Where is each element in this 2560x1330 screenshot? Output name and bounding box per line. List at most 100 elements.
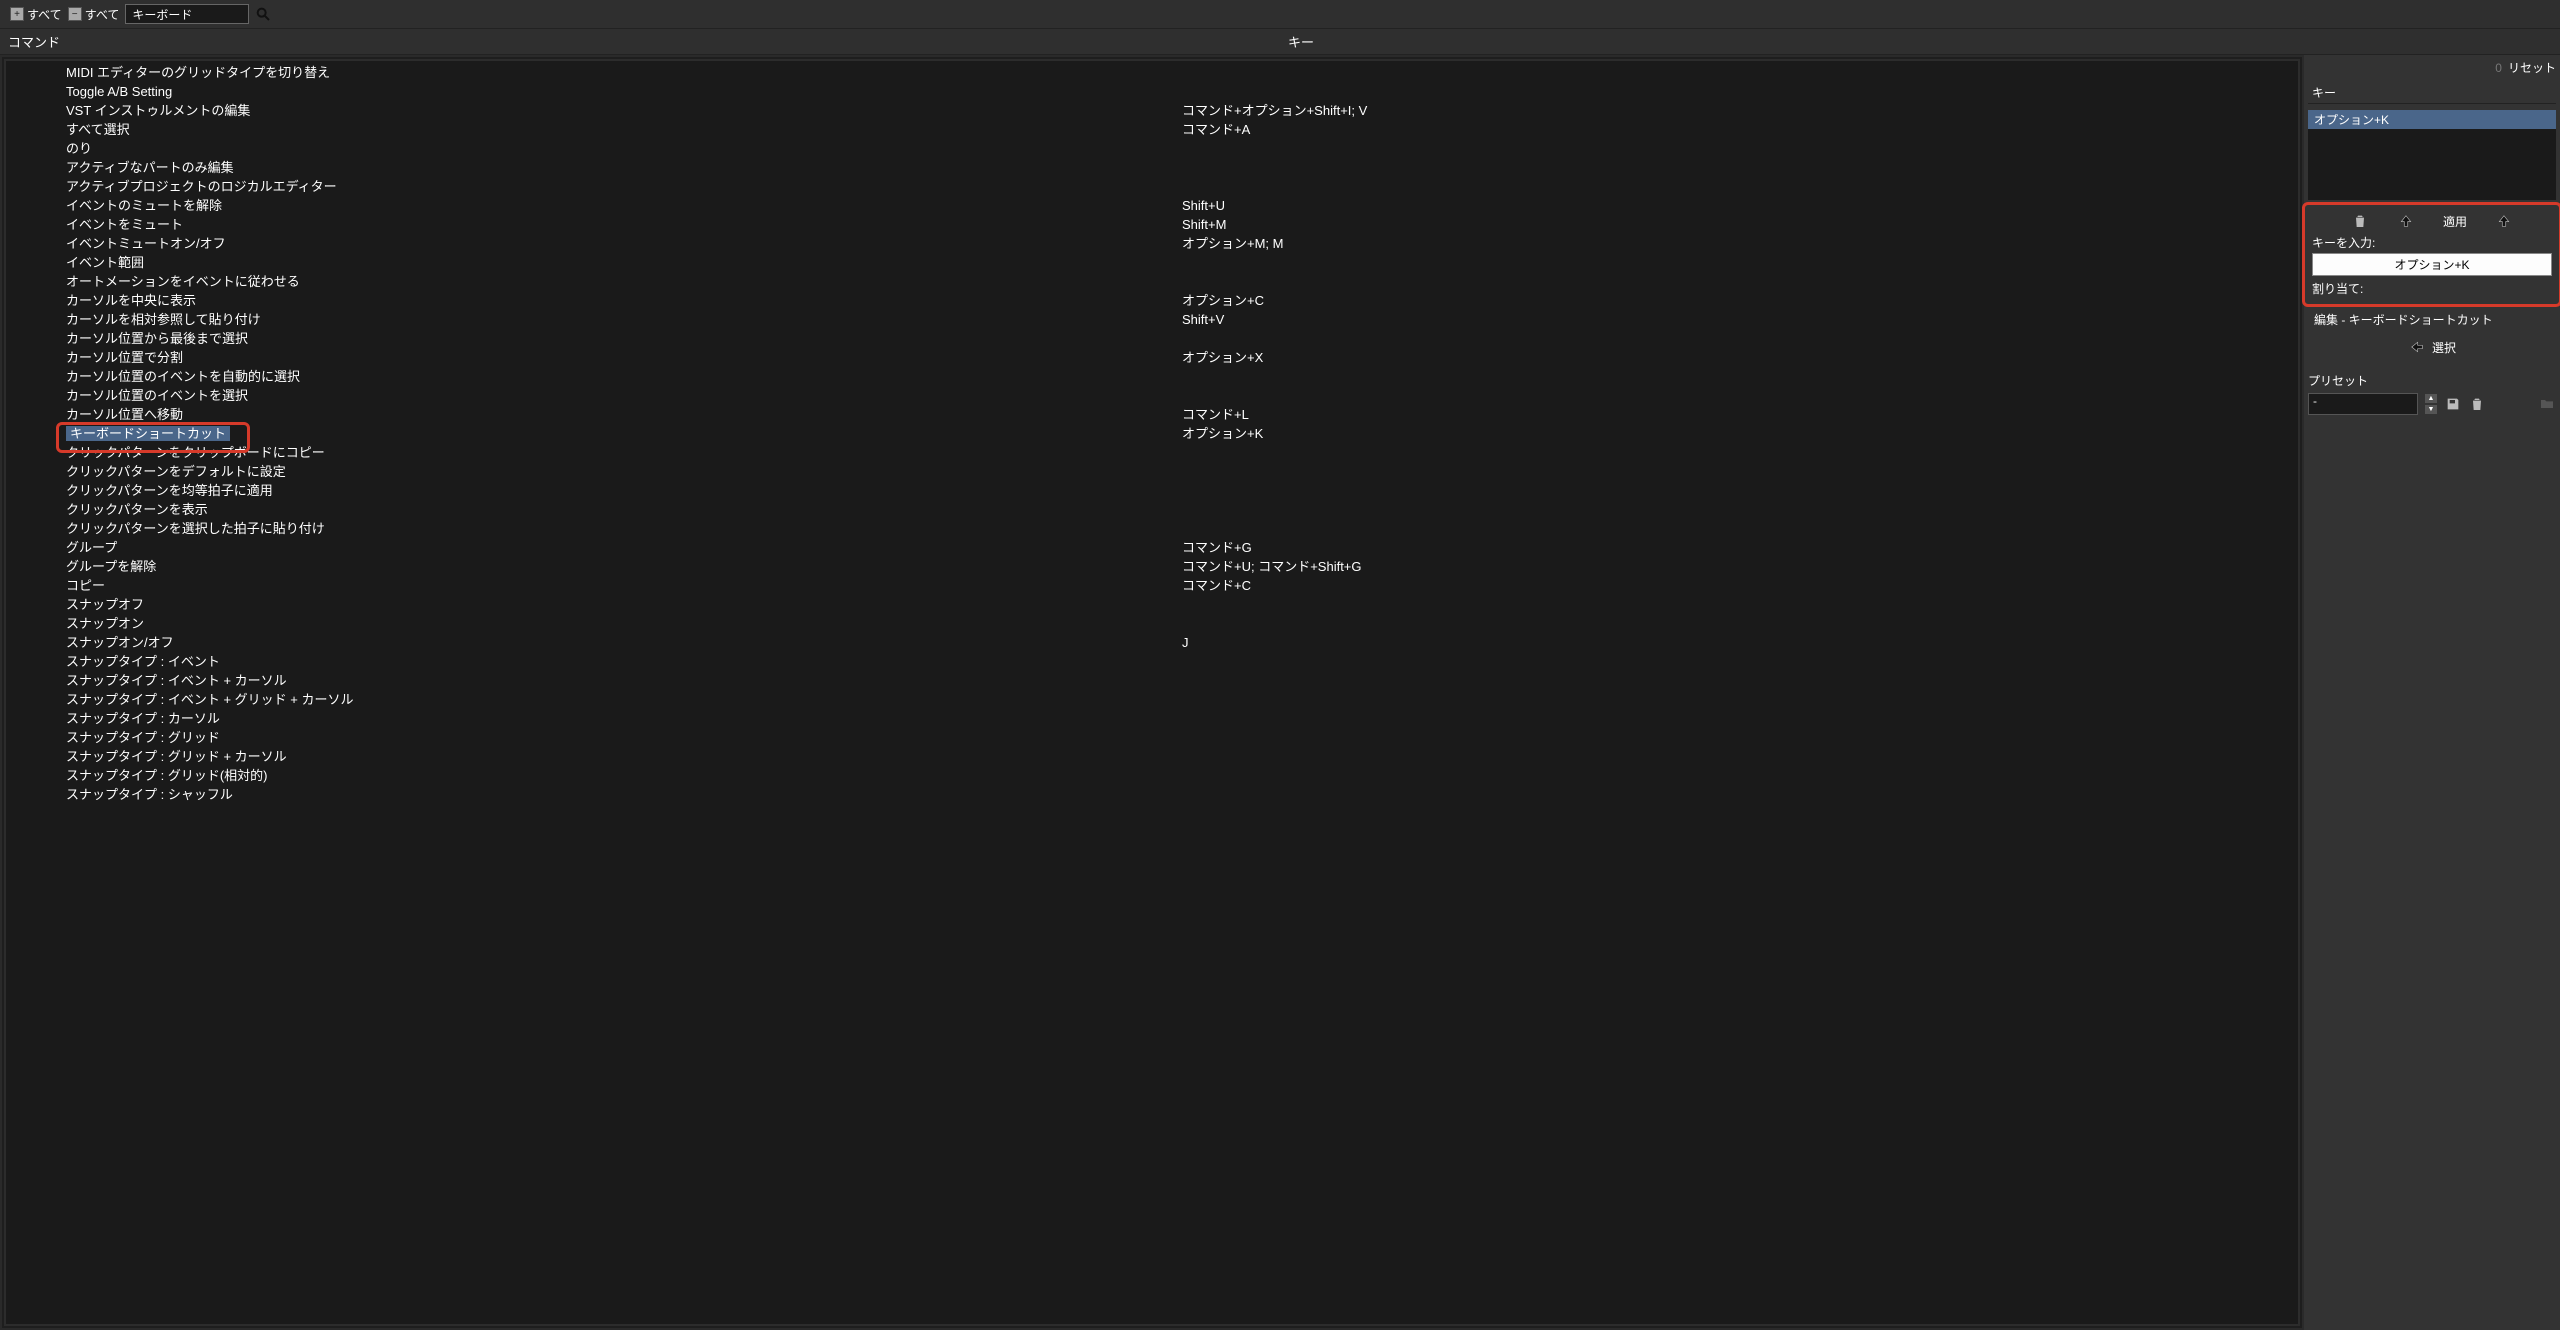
command-row[interactable]: スナップタイプ : イベント (6, 652, 2298, 671)
command-row[interactable]: コピーコマンド+C (6, 576, 2298, 595)
command-name: キーボードショートカット (66, 426, 230, 441)
command-row[interactable]: イベントミュートオン/オフオプション+M; M (6, 234, 2298, 253)
select-label[interactable]: 選択 (2432, 339, 2456, 356)
command-row[interactable]: キーボードショートカット オプション+K (6, 424, 2298, 443)
command-row[interactable]: イベントをミュートShift+M (6, 215, 2298, 234)
command-row[interactable]: クリックパターンをデフォルトに設定 (6, 462, 2298, 481)
expand-all-button[interactable]: + すべて (10, 6, 62, 23)
command-row[interactable]: スナップオン (6, 614, 2298, 633)
up-arrow-icon[interactable] (2397, 212, 2415, 230)
command-key (1182, 710, 2298, 728)
command-name: スナップオン (66, 616, 144, 631)
command-row[interactable]: カーソルを中央に表示 オプション+C (6, 291, 2298, 310)
command-key (1182, 729, 2298, 747)
preset-select[interactable]: - (2308, 393, 2418, 415)
command-row[interactable]: スナップオフ (6, 595, 2298, 614)
minus-icon: − (68, 7, 82, 21)
folder-icon[interactable] (2538, 395, 2556, 413)
command-key (1182, 64, 2298, 82)
command-row[interactable]: MIDI エディターのグリッドタイプを切り替え (6, 63, 2298, 82)
command-key (1182, 501, 2298, 519)
command-row[interactable]: アクティブプロジェクトのロジカルエディター (6, 177, 2298, 196)
command-key: コマンド+G (1182, 539, 2298, 557)
command-row[interactable]: カーソル位置のイベントを選択 (6, 386, 2298, 405)
command-row[interactable]: グループコマンド+G (6, 538, 2298, 557)
search-icon[interactable] (255, 6, 271, 22)
side-key-list[interactable]: オプション+K (2308, 110, 2556, 200)
reset-button[interactable]: リセット (2508, 59, 2556, 76)
command-row[interactable]: アクティブなパートのみ編集 (6, 158, 2298, 177)
command-key (1182, 482, 2298, 500)
command-name: カーソルを中央に表示 (66, 293, 196, 308)
command-name: クリックパターンをクリップボードにコピー (66, 445, 325, 460)
plus-icon: + (10, 7, 24, 21)
command-row[interactable]: カーソル位置で分割オプション+X (6, 348, 2298, 367)
preset-stepper[interactable]: ▲ ▼ (2424, 393, 2438, 415)
command-key: オプション+X (1182, 349, 2298, 367)
command-row[interactable]: すべて選択コマンド+A (6, 120, 2298, 139)
command-key: J (1182, 634, 2298, 652)
command-row[interactable]: クリックパターンを表示 (6, 500, 2298, 519)
preset-label: プリセット (2308, 372, 2556, 389)
stepper-up-icon[interactable]: ▲ (2424, 393, 2438, 404)
command-row[interactable]: カーソル位置へ移動コマンド+L (6, 405, 2298, 424)
column-headers: コマンド キー (0, 29, 2560, 55)
command-key (1182, 615, 2298, 633)
command-key (1182, 653, 2298, 671)
command-name: スナップタイプ : グリッド (66, 730, 220, 745)
key-input-label: キーを入力: (2312, 234, 2552, 251)
command-key: コマンド+C (1182, 577, 2298, 595)
command-key: コマンド+U; コマンド+Shift+G (1182, 558, 2298, 576)
key-input-field[interactable]: オプション+K (2312, 253, 2552, 276)
column-header-command[interactable]: コマンド (0, 29, 1280, 54)
command-row[interactable]: のり (6, 139, 2298, 158)
command-row[interactable]: クリックパターンをクリップボードにコピー (6, 443, 2298, 462)
command-row[interactable]: オートメーションをイベントに従わせる (6, 272, 2298, 291)
command-row[interactable]: イベント範囲 (6, 253, 2298, 272)
command-key: Shift+U (1182, 197, 2298, 215)
command-name: スナップタイプ : イベント (66, 654, 220, 669)
command-row[interactable]: カーソルを相対参照して貼り付けShift+V (6, 310, 2298, 329)
search-input[interactable] (125, 4, 249, 24)
trash-icon[interactable] (2351, 212, 2369, 230)
command-key: オプション+C (1182, 292, 2298, 310)
command-row[interactable]: スナップタイプ : グリッド (6, 728, 2298, 747)
delete-preset-icon[interactable] (2468, 395, 2486, 413)
save-preset-icon[interactable] (2444, 395, 2462, 413)
command-row[interactable]: クリックパターンを均等拍子に適用 (6, 481, 2298, 500)
command-key (1182, 672, 2298, 690)
command-row[interactable]: クリックパターンを選択した拍子に貼り付け (6, 519, 2298, 538)
command-key (1182, 767, 2298, 785)
column-header-key[interactable]: キー (1280, 29, 2560, 54)
command-row[interactable]: カーソル位置のイベントを自動的に選択 (6, 367, 2298, 386)
command-row[interactable]: カーソル位置から最後まで選択 (6, 329, 2298, 348)
command-name: MIDI エディターのグリッドタイプを切り替え (66, 65, 330, 80)
command-name: スナップタイプ : グリッド(相対的) (66, 768, 268, 783)
command-row[interactable]: スナップタイプ : イベント + カーソル (6, 671, 2298, 690)
command-row[interactable]: グループを解除コマンド+U; コマンド+Shift+G (6, 557, 2298, 576)
command-row[interactable]: Toggle A/B Setting (6, 82, 2298, 101)
assigned-key-item[interactable]: オプション+K (2308, 110, 2556, 129)
command-row[interactable]: スナップタイプ : グリッド(相対的) (6, 766, 2298, 785)
command-name: すべて選択 (66, 122, 130, 137)
command-key (1182, 368, 2298, 386)
command-list-scroll[interactable]: MIDI エディターのグリッドタイプを切り替え Toggle A/B Settin… (6, 61, 2298, 1324)
stepper-down-icon[interactable]: ▼ (2424, 404, 2438, 415)
command-row[interactable]: スナップタイプ : カーソル (6, 709, 2298, 728)
command-name: クリックパターンをデフォルトに設定 (66, 464, 286, 479)
apply-label[interactable]: 適用 (2443, 213, 2467, 230)
command-row[interactable]: スナップオン/オフ J (6, 633, 2298, 652)
command-name: カーソルを相対参照して貼り付け (66, 312, 261, 327)
command-row[interactable]: スナップタイプ : シャッフル (6, 785, 2298, 804)
command-row[interactable]: イベントのミュートを解除Shift+U (6, 196, 2298, 215)
collapse-all-button[interactable]: − すべて (68, 6, 120, 23)
command-key (1182, 596, 2298, 614)
command-key (1182, 330, 2298, 348)
command-row[interactable]: スナップタイプ : グリッド + カーソル (6, 747, 2298, 766)
command-row[interactable]: スナップタイプ : イベント + グリッド + カーソル (6, 690, 2298, 709)
left-arrow-icon[interactable] (2408, 338, 2426, 356)
command-key: オプション+K (1182, 425, 2298, 443)
command-name: スナップオン/オフ (66, 635, 174, 650)
up-arrow-icon-2[interactable] (2495, 212, 2513, 230)
command-row[interactable]: VST インストゥルメントの編集コマンド+オプション+Shift+I; V (6, 101, 2298, 120)
